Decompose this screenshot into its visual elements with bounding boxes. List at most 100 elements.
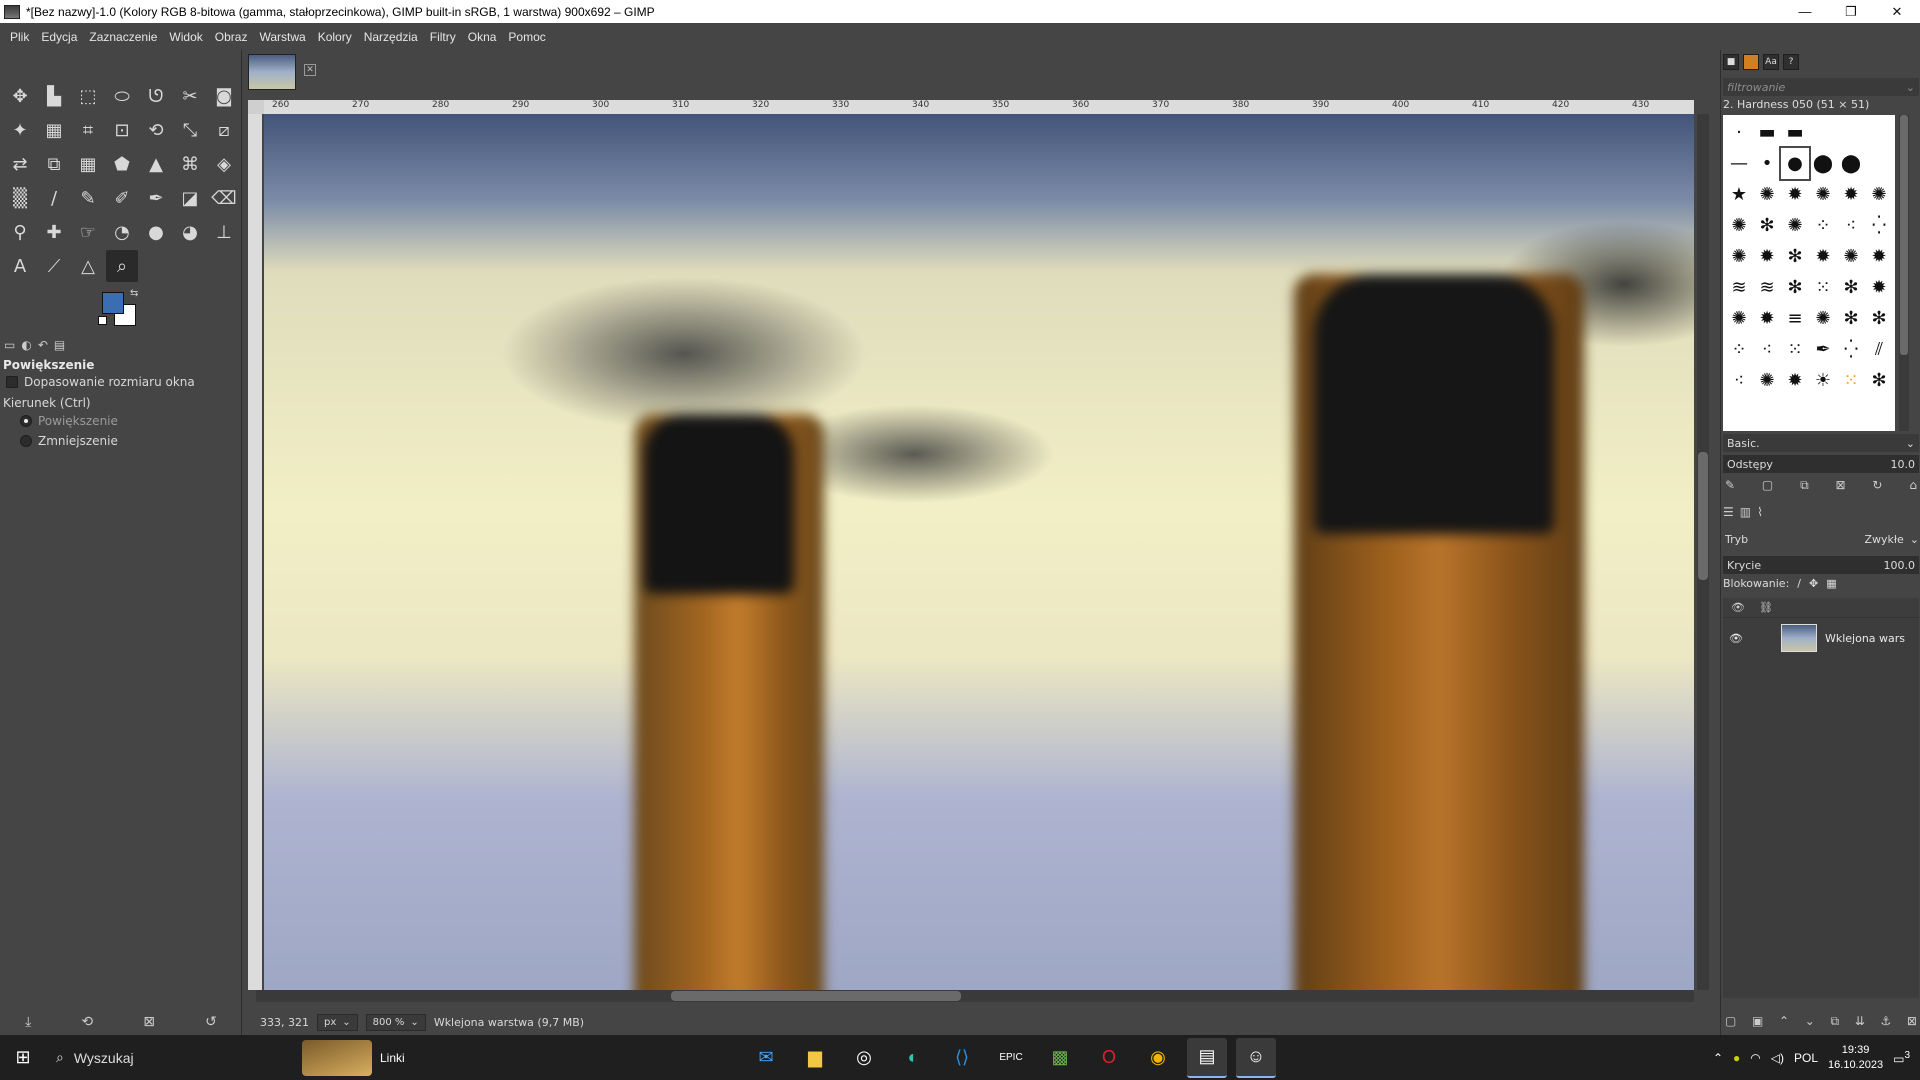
delete-brush-icon[interactable]: ⊠: [1836, 478, 1846, 493]
brush-preview[interactable]: ✻: [1837, 272, 1865, 303]
mode-select[interactable]: Zwykłe ⌄: [1864, 533, 1919, 546]
brush-preview[interactable]: —: [1725, 148, 1753, 179]
brush-preview[interactable]: ✺: [1725, 241, 1753, 272]
lock-alpha-icon[interactable]: ▦: [1826, 577, 1836, 590]
eraser-tool-icon[interactable]: ⌫: [208, 182, 240, 214]
brush-preview[interactable]: ⬤: [1837, 148, 1865, 179]
duplicate-brush-icon[interactable]: ⧉: [1800, 478, 1809, 493]
measure-angle-tool-icon[interactable]: △: [72, 250, 104, 282]
brush-preview[interactable]: [1865, 148, 1893, 179]
brush-preview[interactable]: ⁖: [1753, 334, 1781, 365]
smudge-tool-icon[interactable]: ☞: [72, 216, 104, 248]
brush-preview[interactable]: ≋: [1725, 272, 1753, 303]
dodge-tool-icon[interactable]: ●: [140, 216, 172, 248]
epic-games-icon[interactable]: EPIC: [991, 1038, 1031, 1078]
foreground-color-swatch[interactable]: [102, 292, 124, 314]
brush-preview[interactable]: ⁘: [1725, 334, 1753, 365]
restore-options-icon[interactable]: ⟲: [81, 1014, 93, 1030]
brush-preview[interactable]: ≡: [1781, 303, 1809, 334]
brush-preview[interactable]: ✹: [1781, 179, 1809, 210]
tray-app-icon[interactable]: ●: [1733, 1051, 1740, 1065]
brush-preview[interactable]: ▬: [1753, 117, 1781, 148]
lock-position-icon[interactable]: ✥: [1809, 577, 1818, 590]
brush-preview[interactable]: ✺: [1809, 179, 1837, 210]
undo-history-tab-icon[interactable]: ↶: [38, 338, 48, 352]
zoom-out-radio[interactable]: [20, 435, 32, 447]
brush-preview[interactable]: ⁙: [1781, 334, 1809, 365]
brush-preview[interactable]: ⁖: [1725, 365, 1753, 396]
images-tab-icon[interactable]: ▤: [54, 338, 65, 352]
fit-window-checkbox[interactable]: [6, 376, 18, 388]
brush-preview[interactable]: [1809, 117, 1837, 148]
reset-colors-icon[interactable]: [98, 316, 107, 325]
unit-selector[interactable]: px ⌄: [316, 1014, 358, 1031]
device-status-tab-icon[interactable]: ◐: [21, 338, 31, 352]
zoom-in-radio[interactable]: [20, 415, 32, 427]
brush-preview[interactable]: ✒: [1809, 334, 1837, 365]
lower-layer-icon[interactable]: ⌄: [1805, 1014, 1815, 1029]
links-toolbar[interactable]: Linki: [302, 1039, 405, 1076]
ink-tool-icon[interactable]: ✒: [140, 182, 172, 214]
brush-preview[interactable]: ✹: [1837, 179, 1865, 210]
save-options-icon[interactable]: ⤓: [25, 1014, 31, 1030]
mail-icon[interactable]: ✉: [746, 1038, 786, 1078]
brush-preview[interactable]: ✻: [1865, 365, 1893, 396]
layers-tab-icon[interactable]: ☰: [1723, 505, 1734, 519]
paths-tab-icon[interactable]: ⌇: [1757, 505, 1763, 519]
color-picker-tool-icon[interactable]: ⟋: [38, 250, 70, 282]
layer-visibility-icon[interactable]: 👁: [1729, 632, 1743, 645]
refresh-brushes-icon[interactable]: ↻: [1872, 478, 1882, 493]
notifications-icon[interactable]: ▭3: [1893, 1050, 1910, 1066]
crop-tool-icon[interactable]: ⌗: [72, 114, 104, 146]
dodge-burn-tool-icon[interactable]: ◕: [174, 216, 206, 248]
new-layer-group-icon[interactable]: ▣: [1752, 1014, 1763, 1029]
menu-colors[interactable]: Kolory: [312, 30, 358, 44]
brush-preview[interactable]: ≋: [1753, 272, 1781, 303]
anchor-layer-icon[interactable]: ⚓: [1880, 1014, 1891, 1029]
brush-preview[interactable]: ▬: [1781, 117, 1809, 148]
cage-tool-icon[interactable]: ⬟: [106, 148, 138, 180]
brush-spacing-field[interactable]: Odstępy 10.0: [1723, 455, 1919, 473]
taskbar-search[interactable]: ⌕ Wyszukaj: [46, 1035, 256, 1080]
brush-preview[interactable]: ⫽: [1865, 334, 1893, 365]
delete-layer-icon[interactable]: ⊠: [1907, 1014, 1917, 1029]
scale-tool-icon[interactable]: ⤡: [174, 114, 206, 146]
menu-layer[interactable]: Warstwa: [253, 30, 311, 44]
zoom-out-option[interactable]: Zmniejszenie: [20, 434, 118, 448]
edge-icon[interactable]: ◐: [893, 1038, 933, 1078]
brush-preview[interactable]: ✹: [1753, 241, 1781, 272]
color-select-tool-icon[interactable]: ▦: [38, 114, 70, 146]
opera-icon[interactable]: O: [1089, 1038, 1129, 1078]
shear-tool-icon[interactable]: ⧄: [208, 114, 240, 146]
align-tool-icon[interactable]: ▙: [38, 80, 70, 112]
brush-preview[interactable]: ✹: [1809, 241, 1837, 272]
delete-options-icon[interactable]: ⊠: [143, 1014, 155, 1030]
gimp-taskbar-icon[interactable]: ☺: [1236, 1037, 1276, 1078]
unified-transform-tool-icon[interactable]: ⊡: [106, 114, 138, 146]
new-layer-icon[interactable]: ▢: [1725, 1014, 1736, 1029]
brush-preview[interactable]: ●: [1779, 146, 1811, 181]
move-tool-icon[interactable]: ✥: [4, 80, 36, 112]
brush-preview[interactable]: ·: [1725, 117, 1753, 148]
brush-preset-select[interactable]: Basic. ⌄: [1723, 434, 1919, 452]
steam-icon[interactable]: ◎: [844, 1038, 884, 1078]
fonts-tab-icon[interactable]: Aa: [1763, 54, 1779, 70]
mypaint-tool-icon[interactable]: ◪: [174, 182, 206, 214]
edit-brush-icon[interactable]: ✎: [1725, 478, 1735, 493]
menu-view[interactable]: Widok: [163, 30, 208, 44]
volume-icon[interactable]: ◁): [1771, 1051, 1784, 1065]
free-select-tool-icon[interactable]: ᘎ: [140, 80, 172, 112]
brush-preview[interactable]: ✺: [1753, 365, 1781, 396]
close-button[interactable]: ✕: [1874, 0, 1920, 23]
brush-scrollbar[interactable]: [1899, 115, 1909, 431]
flip-tool-icon[interactable]: ⇄: [4, 148, 36, 180]
brush-preview[interactable]: ✺: [1837, 241, 1865, 272]
brush-preview[interactable]: ★: [1725, 179, 1753, 210]
new-brush-icon[interactable]: ▢: [1762, 478, 1773, 493]
vertical-scrollbar[interactable]: [1697, 114, 1709, 990]
brush-preview[interactable]: ⁙: [1809, 272, 1837, 303]
brush-preview[interactable]: ☀: [1809, 365, 1837, 396]
chrome-icon[interactable]: ◉: [1138, 1038, 1178, 1078]
vscode-icon[interactable]: ⟨⟩: [942, 1038, 982, 1078]
brush-preview[interactable]: ✹: [1781, 365, 1809, 396]
